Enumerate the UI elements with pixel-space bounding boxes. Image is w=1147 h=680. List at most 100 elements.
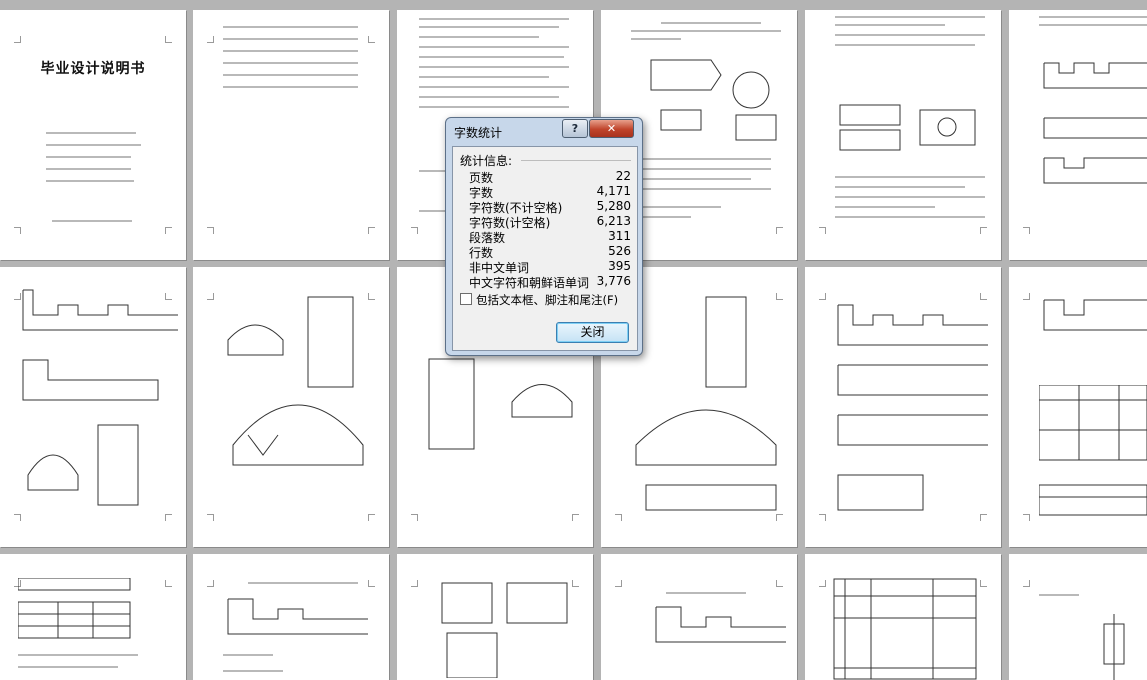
text-line xyxy=(419,96,559,98)
technical-drawing xyxy=(635,296,777,511)
close-button[interactable]: 关闭 xyxy=(556,322,629,343)
crop-mark xyxy=(207,580,214,587)
crop-mark xyxy=(1023,227,1030,234)
stat-value: 22 xyxy=(615,169,631,183)
text-line xyxy=(46,156,131,158)
text-line xyxy=(631,188,771,190)
crop-mark xyxy=(14,514,21,521)
crop-mark xyxy=(1023,580,1030,587)
text-line xyxy=(419,56,564,58)
text-line xyxy=(419,18,569,20)
close-icon[interactable]: ✕ xyxy=(589,119,634,138)
stat-value: 5,280 xyxy=(596,199,631,213)
statistics-heading: 统计信息: xyxy=(460,154,513,168)
crop-mark xyxy=(411,514,418,521)
crop-mark xyxy=(368,36,375,43)
technical-drawing xyxy=(1043,62,1147,184)
text-line xyxy=(1039,24,1147,26)
text-line xyxy=(419,106,569,108)
text-line xyxy=(835,176,985,178)
technical-drawing xyxy=(650,59,777,141)
text-line xyxy=(223,50,358,52)
technical-drawing xyxy=(837,304,988,511)
crop-mark xyxy=(207,36,214,43)
crop-mark xyxy=(776,227,783,234)
text-line xyxy=(631,168,771,170)
stat-value: 3,776 xyxy=(596,274,631,288)
page-thumbnail-1[interactable]: 毕业设计说明书 xyxy=(0,10,186,260)
crop-mark xyxy=(207,514,214,521)
page-thumbnail-14[interactable] xyxy=(193,554,389,680)
page-thumbnail-8[interactable] xyxy=(193,267,389,547)
text-line xyxy=(46,180,134,182)
crop-mark xyxy=(819,293,826,300)
text-line xyxy=(631,158,771,160)
text-line xyxy=(419,26,559,28)
page-thumbnail-16[interactable] xyxy=(601,554,797,680)
page-thumbnail-5[interactable] xyxy=(805,10,1001,260)
text-line xyxy=(835,44,975,46)
text-line xyxy=(631,178,751,180)
text-line xyxy=(835,34,985,36)
crop-mark xyxy=(1023,514,1030,521)
text-line xyxy=(835,186,965,188)
checkbox-square[interactable] xyxy=(460,293,472,305)
crop-mark xyxy=(14,36,21,43)
table-drawing xyxy=(18,578,131,639)
text-line xyxy=(419,76,549,78)
technical-drawing xyxy=(428,358,573,450)
text-line xyxy=(223,654,273,656)
stat-value: 6,213 xyxy=(596,214,631,228)
crop-mark xyxy=(776,580,783,587)
text-line xyxy=(631,38,681,40)
stat-row-non-cjk-words: 非中文单词 395 xyxy=(469,259,631,275)
stat-label: 中文字符和朝鲜语单词 xyxy=(469,276,590,290)
text-line xyxy=(18,654,138,656)
crop-mark xyxy=(165,227,172,234)
technical-drawing xyxy=(1043,299,1147,331)
help-button[interactable]: ? xyxy=(562,119,588,138)
dialog-title: 字数统计 xyxy=(454,126,503,140)
stat-row-paragraphs: 段落数 311 xyxy=(469,229,631,245)
page-thumbnail-17[interactable] xyxy=(805,554,1001,680)
text-line xyxy=(46,144,141,146)
technical-drawing xyxy=(227,296,364,466)
crop-mark xyxy=(165,36,172,43)
text-line xyxy=(666,592,746,594)
text-line xyxy=(223,62,358,64)
stat-row-chars-no-spaces: 字符数(不计空格) 5,280 xyxy=(469,199,631,215)
word-count-dialog: 字数统计 ? ✕ 统计信息: 页数 22 字数 4,171 字符数(不计空格) … xyxy=(445,117,643,356)
stat-value: 4,171 xyxy=(596,184,631,198)
page-thumbnail-12[interactable] xyxy=(1009,267,1147,547)
page-thumbnail-11[interactable] xyxy=(805,267,1001,547)
text-line xyxy=(419,46,569,48)
text-line xyxy=(1039,594,1079,596)
page-thumbnail-6[interactable] xyxy=(1009,10,1147,260)
page-thumbnail-18[interactable] xyxy=(1009,554,1147,680)
technical-drawing xyxy=(1103,614,1125,680)
crop-mark xyxy=(615,514,622,521)
stat-value: 311 xyxy=(608,229,631,243)
text-line xyxy=(46,168,131,170)
table-drawing xyxy=(1039,385,1147,516)
crop-mark xyxy=(14,227,21,234)
page-thumbnail-15[interactable] xyxy=(397,554,593,680)
text-line xyxy=(419,36,539,38)
crop-mark xyxy=(165,514,172,521)
include-textboxes-checkbox[interactable]: 包括文本框、脚注和尾注(F) xyxy=(460,292,618,308)
crop-mark xyxy=(368,580,375,587)
crop-mark xyxy=(1023,293,1030,300)
stat-row-pages: 页数 22 xyxy=(469,169,631,185)
page-thumbnail-7[interactable] xyxy=(0,267,186,547)
checkbox-label: 包括文本框、脚注和尾注(F) xyxy=(476,293,619,307)
stat-value: 395 xyxy=(608,259,631,273)
crop-mark xyxy=(819,227,826,234)
text-line xyxy=(419,86,569,88)
stat-row-chars-with-spaces: 字符数(计空格) 6,213 xyxy=(469,214,631,230)
page-thumbnail-13[interactable] xyxy=(0,554,186,680)
text-line xyxy=(835,206,935,208)
crop-mark xyxy=(819,514,826,521)
cover-title: 毕业设计说明书 xyxy=(40,61,146,77)
page-thumbnail-2[interactable] xyxy=(193,10,389,260)
text-line xyxy=(631,30,781,32)
